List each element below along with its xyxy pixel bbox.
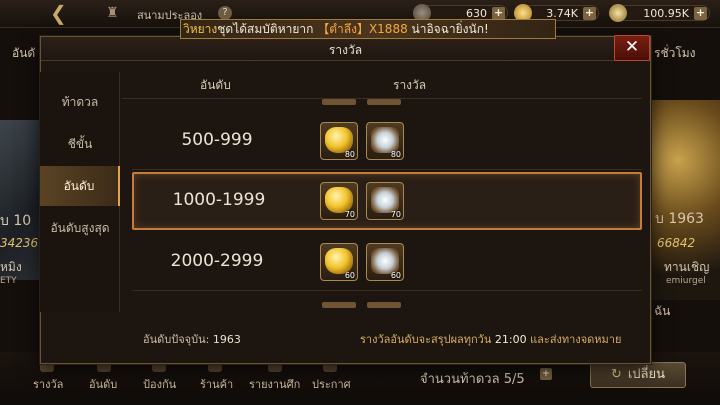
side-tab-list: ท้าดวล ชีขั้น อันดับ อันดับสูงสุด: [40, 72, 120, 312]
announcement-player[interactable]: วิหยาง: [183, 22, 217, 36]
gold-coin-icon: [609, 4, 627, 22]
rank-range: 500-999: [181, 130, 253, 150]
announcement-banner: วิหยางชุดได้สมบัติหายาก 【ตำลึง】X1888 น่า…: [180, 19, 556, 39]
nav-reward[interactable]: รางวัล: [33, 375, 63, 393]
rank-range: 1000-1999: [172, 190, 266, 210]
bg-right-label: รชั่วโมง: [654, 46, 696, 60]
rank-range: 2000-2999: [170, 251, 264, 271]
nav-shop[interactable]: ร้านค้า: [200, 375, 233, 393]
dialog-title: รางวัล: [328, 43, 363, 57]
reward-qty: 80: [344, 150, 355, 159]
help-icon[interactable]: ?: [218, 6, 232, 20]
right-name: ทานเชิญ: [664, 260, 710, 274]
announcement-item: 【ตำลึง】X1888: [317, 22, 408, 36]
resource-value: 100.95K: [643, 7, 689, 20]
current-rank-value: 1963: [212, 333, 241, 346]
change-opponents-button[interactable]: ↻ เปลี่ยน: [590, 362, 686, 388]
reward-gold-ingot[interactable]: 70: [320, 182, 358, 220]
reward-qty: 60: [344, 271, 355, 280]
rank-row: 2000-2999 60 60: [132, 233, 642, 291]
left-score: 34236: [0, 236, 39, 250]
resource-gold-coin: 100.95K +: [609, 4, 710, 22]
rank-row: 500-999 80 80: [132, 112, 642, 170]
reward-gold-ingot[interactable]: 60: [320, 243, 358, 281]
reward-wing-crest[interactable]: 80: [366, 122, 404, 160]
bg-left-label: อันดั: [12, 46, 36, 60]
announcement-text-after: น่าอิจฉายิ่งนัก!: [407, 22, 489, 36]
note-after: และส่งทางจดหมาย: [526, 333, 622, 346]
reward-wing-crest[interactable]: 60: [366, 243, 404, 281]
right-score: 66842: [657, 236, 696, 250]
note-time: 21:00: [494, 333, 527, 346]
reward-schedule-note: รางวัลอันดับจะสรุปผลทุกวัน 21:00 และส่งท…: [360, 330, 621, 348]
right-bottom-label: ฉัน: [654, 304, 671, 318]
arrow-left-icon: ❮: [50, 1, 67, 25]
rank-column-header: อันดับ: [200, 78, 231, 92]
reward-qty: 80: [390, 150, 401, 159]
reward-icon-peek: [322, 99, 356, 105]
rank-row-current: 1000-1999 70 70: [132, 172, 642, 230]
nav-announcement[interactable]: ประกาศ: [312, 375, 351, 393]
left-rank: ับ 10: [0, 213, 32, 229]
nav-battle-report[interactable]: รายงานศึก: [249, 375, 300, 393]
reward-icon-peek: [367, 302, 401, 308]
close-button[interactable]: ✕: [614, 35, 650, 61]
reward-gold-ingot[interactable]: 80: [320, 122, 358, 160]
dialog-header: รางวัล: [41, 37, 650, 61]
reward-icon-peek: [322, 302, 356, 308]
tab-duel[interactable]: ท้าดวล: [40, 82, 120, 122]
announcement-text-before: ชุดได้สมบัติหายาก: [217, 22, 318, 36]
reward-qty: 70: [390, 210, 401, 219]
add-gold-coin-button[interactable]: +: [694, 7, 707, 20]
add-gold-ingot-button[interactable]: +: [583, 7, 596, 20]
reward-icon-peek: [367, 99, 401, 105]
note-before: รางวัลอันดับจะสรุปผลทุกวัน: [360, 333, 495, 346]
castle-icon: ♜: [106, 5, 119, 21]
challenge-attempts: จำนวนท้าดวล 5/5: [420, 372, 525, 387]
reward-qty: 70: [344, 210, 355, 219]
tab-rank[interactable]: อันดับ: [40, 166, 120, 206]
change-label: เปลี่ยน: [627, 367, 666, 382]
left-sub: ETY: [0, 276, 17, 286]
tab-tier[interactable]: ชีขั้น: [40, 124, 120, 164]
close-icon: ✕: [624, 37, 640, 57]
left-name: หมิง: [0, 260, 22, 274]
right-sub: emiurgel: [666, 276, 706, 286]
tab-highest-rank[interactable]: อันดับสูงสุด: [40, 208, 120, 248]
reward-column-header: รางวัล: [393, 78, 427, 92]
nav-rank[interactable]: อันดับ: [89, 375, 117, 393]
back-button[interactable]: ❮: [50, 1, 76, 25]
refresh-icon: ↻: [610, 367, 622, 382]
current-rank: อันดับปัจจุบัน: 1963: [143, 330, 241, 348]
nav-defense[interactable]: ป้องกัน: [143, 375, 176, 393]
reward-qty: 60: [390, 271, 401, 280]
reward-wing-crest[interactable]: 70: [366, 182, 404, 220]
current-rank-label: อันดับปัจจุบัน:: [143, 333, 210, 346]
right-rank: บ 1963: [655, 211, 704, 227]
add-attempts-button[interactable]: +: [540, 368, 552, 380]
